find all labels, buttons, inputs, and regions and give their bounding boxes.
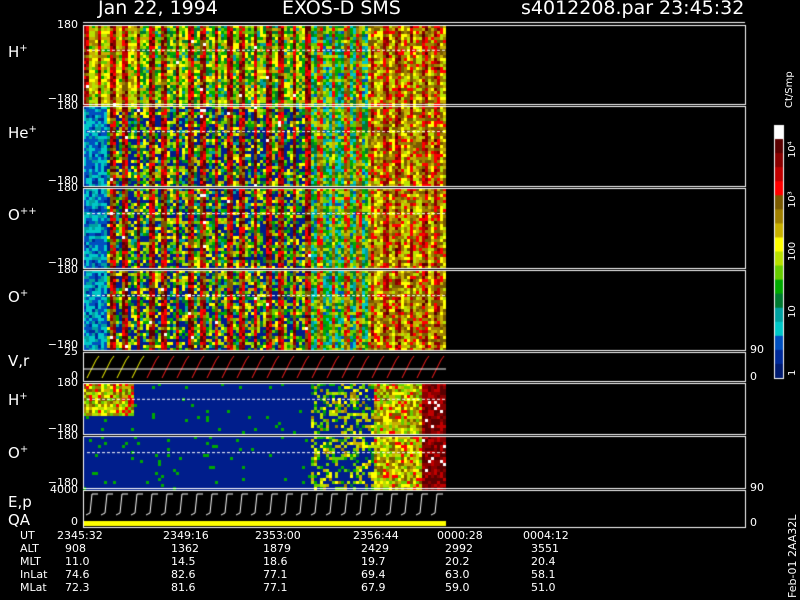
time-row-value: 2429 — [361, 542, 389, 555]
time-row-value: 69.4 — [361, 568, 386, 581]
footer-vertical: Feb-01 2AA32L — [786, 514, 799, 598]
time-row-label: MLT — [20, 555, 41, 568]
colorbar-unit: Ct/Smp — [784, 71, 795, 108]
header-date: Jan 22, 1994 — [98, 0, 218, 19]
panel-label: He+ — [8, 124, 37, 142]
y-tick-top: 180 — [57, 429, 78, 442]
right-tick-top: 90 — [750, 343, 764, 356]
time-row-value: 1362 — [171, 542, 199, 555]
time-row-value: 67.9 — [361, 581, 386, 594]
panel-label: H+ — [8, 42, 28, 61]
y-tick-top: 25 — [64, 345, 78, 358]
panel-label: E,p QA — [8, 492, 32, 529]
panel-label: V,r — [8, 352, 30, 371]
time-row-value: 2345:32 — [57, 529, 103, 542]
panel-label: H+ — [8, 390, 28, 409]
spectrogram-canvas — [0, 0, 800, 600]
time-row-value: 19.7 — [361, 555, 386, 568]
right-tick-bottom: 0 — [750, 516, 757, 529]
y-tick-top: 180 — [57, 99, 78, 112]
y-tick-bottom: 0 — [71, 515, 78, 528]
time-row-label: InLat — [20, 568, 48, 581]
time-row-value: 81.6 — [171, 581, 196, 594]
time-row-value: 20.4 — [531, 555, 556, 568]
colorbar-label: 10 — [787, 305, 798, 318]
time-row-value: 3551 — [531, 542, 559, 555]
colorbar-label: 10³ — [787, 191, 798, 208]
time-row-value: 1879 — [263, 542, 291, 555]
time-row-value: 14.5 — [171, 555, 196, 568]
y-tick-top: 180 — [57, 18, 78, 31]
panel-label: O+ — [8, 288, 29, 306]
time-row-value: 18.6 — [263, 555, 288, 568]
y-tick-top: 4000 — [50, 483, 78, 496]
time-row-label: MLat — [20, 581, 47, 594]
time-row-value: 72.3 — [65, 581, 90, 594]
time-row-value: 20.2 — [445, 555, 470, 568]
time-row-value: 51.0 — [531, 581, 556, 594]
time-row-value: 0000:28 — [437, 529, 483, 542]
time-row-value: 59.0 — [445, 581, 470, 594]
right-tick-bottom: 0 — [750, 370, 757, 383]
time-row-value: 2356:44 — [353, 529, 399, 542]
y-tick-top: 180 — [57, 376, 78, 389]
time-row-label: ALT — [20, 542, 39, 555]
time-row-value: 2349:16 — [163, 529, 209, 542]
colorbar-label: 10⁴ — [787, 141, 798, 158]
time-row-value: 11.0 — [65, 555, 90, 568]
right-tick-top: 90 — [750, 481, 764, 494]
panel-label: O++ — [8, 206, 37, 224]
time-row-value: 82.6 — [171, 568, 196, 581]
colorbar-label: 1 — [787, 369, 798, 376]
time-row-value: 74.6 — [65, 568, 90, 581]
time-row-label: UT — [20, 529, 35, 542]
time-row-value: 0004:12 — [523, 529, 569, 542]
time-row-value: 2992 — [445, 542, 473, 555]
y-tick-top: 180 — [57, 181, 78, 194]
time-row-value: 58.1 — [531, 568, 556, 581]
time-row-value: 77.1 — [263, 581, 288, 594]
header-file: s4012208.par — [521, 0, 654, 19]
time-row-value: 2353:00 — [255, 529, 301, 542]
colorbar-label: 100 — [787, 241, 798, 261]
header-time: 23:45:32 — [659, 0, 745, 19]
time-row-value: 63.0 — [445, 568, 470, 581]
y-tick-top: 180 — [57, 263, 78, 276]
panel-label: O+ — [8, 444, 29, 463]
time-row-value: 908 — [65, 542, 86, 555]
header-instrument: EXOS-D SMS — [282, 0, 401, 19]
time-row-value: 77.1 — [263, 568, 288, 581]
